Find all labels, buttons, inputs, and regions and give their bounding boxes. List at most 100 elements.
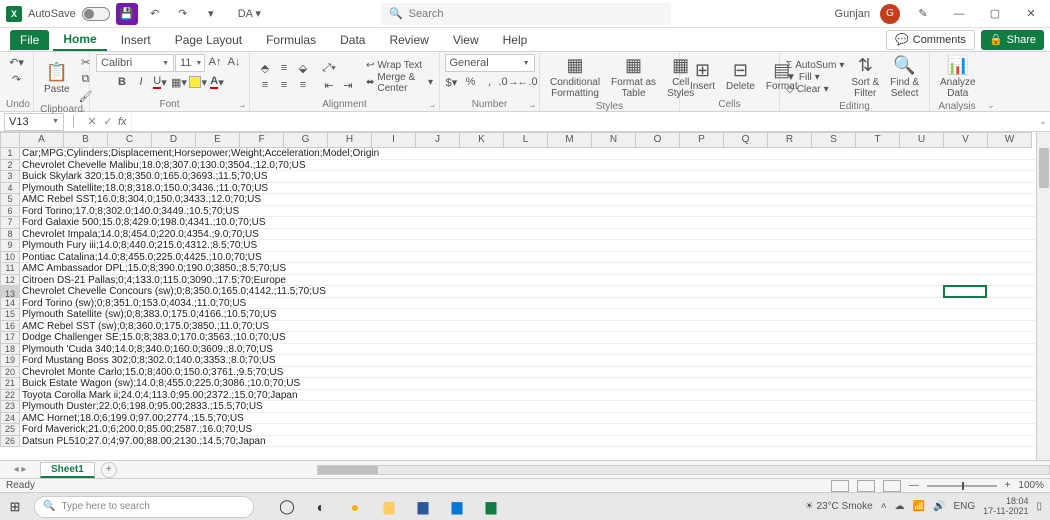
cell-a26[interactable]: Datsun PL510;27.0;4;97.00;88.00;2130.;14…: [20, 436, 1036, 448]
align-middle[interactable]: ≡: [275, 60, 293, 76]
accounting-format[interactable]: $▾: [443, 74, 461, 90]
row-header[interactable]: 23: [0, 401, 20, 413]
close-button[interactable]: ✕: [1018, 3, 1044, 25]
row-header[interactable]: 5: [0, 194, 20, 206]
delete-cells[interactable]: ⊟Delete: [722, 59, 759, 95]
tab-home[interactable]: Home: [53, 29, 106, 51]
col-header-T[interactable]: T: [856, 132, 900, 148]
language-indicator[interactable]: ENG: [953, 501, 975, 512]
row-header[interactable]: 12: [0, 275, 20, 287]
cell-a18[interactable]: Plymouth 'Cuda 340;14.0;8;340.0;160.0;36…: [20, 344, 1036, 356]
increase-indent[interactable]: ⇥: [339, 77, 357, 93]
row-header[interactable]: 4: [0, 183, 20, 195]
cell-a22[interactable]: Toyota Corolla Mark ii;24.0;4;113.0;95.0…: [20, 390, 1036, 402]
horizontal-scrollbar[interactable]: [317, 465, 1050, 475]
increase-font[interactable]: A↑: [206, 54, 224, 70]
cell-a14[interactable]: Ford Torino (sw);0;8;351.0;153.0;4034.;1…: [20, 298, 1036, 310]
cell-a5[interactable]: AMC Rebel SST;16.0;8;304.0;150.0;3433.;1…: [20, 194, 1036, 206]
cell-a8[interactable]: Chevrolet Impala;14.0;8;454.0;220.0;4354…: [20, 229, 1036, 241]
cell-a12[interactable]: Citroen DS-21 Pallas;0;4;133.0;115.0;309…: [20, 275, 1036, 287]
row-header[interactable]: 15: [0, 309, 20, 321]
font-size[interactable]: 11▼: [175, 54, 205, 72]
align-right[interactable]: ≡: [294, 77, 312, 93]
row-header[interactable]: 2: [0, 160, 20, 172]
share-button[interactable]: 🔒 Share: [981, 30, 1044, 50]
onedrive-icon[interactable]: ☁: [895, 501, 905, 512]
col-header-Q[interactable]: Q: [724, 132, 768, 148]
fill-color[interactable]: ▾: [189, 74, 207, 90]
decrease-decimal[interactable]: ←.0: [519, 74, 537, 90]
merge-center[interactable]: ⬌ Merge & Center ▾: [366, 72, 433, 94]
col-header-J[interactable]: J: [416, 132, 460, 148]
page-layout-view[interactable]: [857, 480, 875, 492]
wrap-text[interactable]: ↩ Wrap Text: [366, 60, 433, 71]
align-top[interactable]: ⬘: [256, 60, 274, 76]
fx-icon[interactable]: fx: [118, 116, 127, 128]
col-header-R[interactable]: R: [768, 132, 812, 148]
col-header-E[interactable]: E: [196, 132, 240, 148]
cell-a24[interactable]: AMC Hornet;18.0;6;199.0;97.00;2774.;15.5…: [20, 413, 1036, 425]
tab-data[interactable]: Data: [330, 30, 375, 50]
expand-formula-bar[interactable]: ⌄: [1036, 116, 1050, 127]
clear[interactable]: ◇ Clear ▾: [786, 84, 844, 95]
col-header-M[interactable]: M: [548, 132, 592, 148]
fill[interactable]: ▼ Fill ▾: [786, 72, 844, 83]
increase-decimal[interactable]: .0→: [500, 74, 518, 90]
row-header[interactable]: 22: [0, 390, 20, 402]
store-icon[interactable]: ▆: [444, 494, 470, 520]
formula-input[interactable]: [131, 113, 1036, 131]
find-select[interactable]: 🔍Find & Select: [886, 54, 923, 101]
align-center[interactable]: ≡: [275, 77, 293, 93]
row-header[interactable]: 18: [0, 344, 20, 356]
format-as-table[interactable]: ▦Format as Table: [607, 54, 660, 101]
network-icon[interactable]: 📶: [913, 501, 925, 512]
number-format[interactable]: General▼: [445, 54, 535, 72]
row-header[interactable]: 10: [0, 252, 20, 264]
zoom-level[interactable]: 100%: [1018, 480, 1044, 491]
col-header-S[interactable]: S: [812, 132, 856, 148]
cell-a23[interactable]: Plymouth Duster;22.0;6;198.0;95.00;2833.…: [20, 401, 1036, 413]
align-left[interactable]: ≡: [256, 77, 274, 93]
col-header-H[interactable]: H: [328, 132, 372, 148]
cell-a16[interactable]: AMC Rebel SST (sw);0;8;360.0;175.0;3850.…: [20, 321, 1036, 333]
row-header[interactable]: 25: [0, 424, 20, 436]
analyze-data[interactable]: 📊Analyze Data: [936, 54, 980, 101]
cell-a10[interactable]: Pontiac Catalina;14.0;8;455.0;225.0;4425…: [20, 252, 1036, 264]
percent-format[interactable]: %: [462, 74, 480, 90]
cell-a21[interactable]: Buick Estate Wagon (sw);14.0;8;455.0;225…: [20, 378, 1036, 390]
row-header[interactable]: 17: [0, 332, 20, 344]
row-header[interactable]: 11: [0, 263, 20, 275]
start-button[interactable]: ⊞: [0, 499, 30, 515]
sort-filter[interactable]: ⇅Sort & Filter: [847, 54, 883, 101]
cell-a1[interactable]: Car;MPG;Cylinders;Displacement;Horsepowe…: [20, 148, 1036, 160]
decrease-indent[interactable]: ⇤: [320, 77, 338, 93]
font-color[interactable]: A▾: [208, 74, 226, 90]
cell-a7[interactable]: Ford Galaxie 500;15.0;8;429.0;198.0;4341…: [20, 217, 1036, 229]
col-header-V[interactable]: V: [944, 132, 988, 148]
autosave-toggle[interactable]: [82, 7, 110, 21]
notifications-icon[interactable]: ▯: [1036, 501, 1042, 512]
vertical-scrollbar[interactable]: [1036, 132, 1050, 460]
row-header[interactable]: 1: [0, 148, 20, 160]
comments-button[interactable]: 💬 Comments: [886, 30, 975, 50]
cell-a3[interactable]: Buick Skylark 320;15.0;8;350.0;165.0;369…: [20, 171, 1036, 183]
row-header[interactable]: 8: [0, 229, 20, 241]
cell-a15[interactable]: Plymouth Satellite (sw);0;8;383.0;175.0;…: [20, 309, 1036, 321]
minimize-button[interactable]: ―: [946, 3, 972, 25]
autosum[interactable]: Σ AutoSum ▾: [786, 60, 844, 71]
volume-icon[interactable]: 🔊: [933, 501, 945, 512]
tab-review[interactable]: Review: [379, 30, 438, 50]
cell-a6[interactable]: Ford Torino;17.0;8;302.0;140.0;3449.;10.…: [20, 206, 1036, 218]
search-box[interactable]: 🔍 Search: [381, 3, 671, 25]
bold-button[interactable]: B: [113, 74, 131, 90]
row-header[interactable]: 6: [0, 206, 20, 218]
row-header[interactable]: 20: [0, 367, 20, 379]
excel-taskbar-icon[interactable]: ▆: [478, 494, 504, 520]
cell-a9[interactable]: Plymouth Fury iii;14.0;8;440.0;215.0;431…: [20, 240, 1036, 252]
row-header[interactable]: 7: [0, 217, 20, 229]
sheet-nav[interactable]: ◂ ▸: [0, 464, 40, 475]
tab-page-layout[interactable]: Page Layout: [165, 30, 252, 50]
align-bottom[interactable]: ⬙: [294, 60, 312, 76]
tab-file[interactable]: File: [10, 30, 49, 50]
zoom-in[interactable]: +: [1005, 480, 1011, 491]
